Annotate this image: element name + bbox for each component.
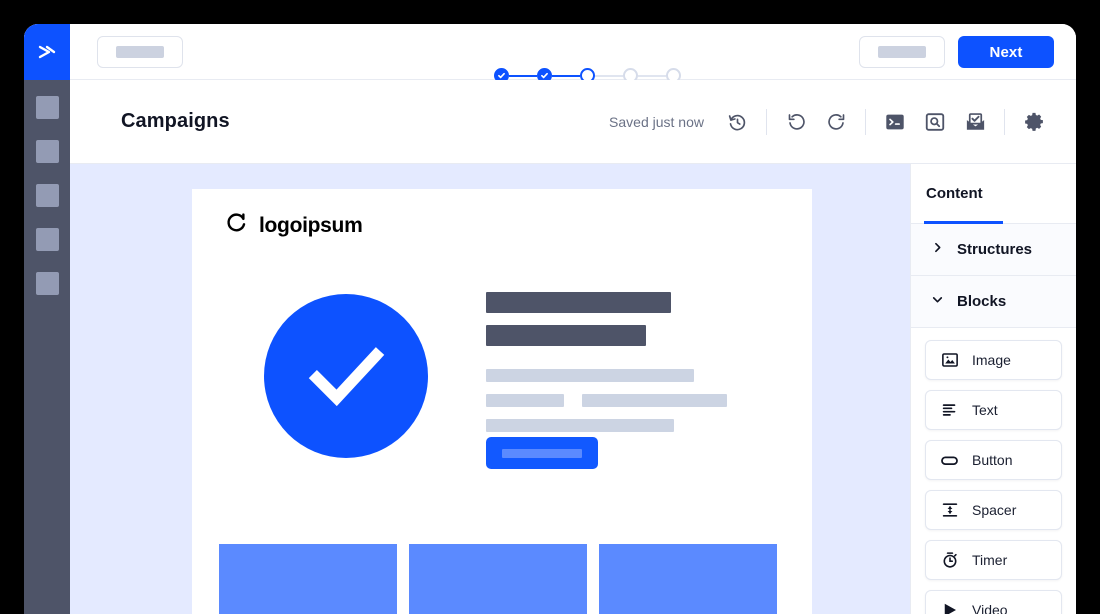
- image-tile-2[interactable]: [409, 544, 587, 614]
- image-icon: [940, 351, 959, 370]
- email-logo[interactable]: logoipsum: [224, 211, 363, 241]
- stopwatch-icon: [940, 551, 959, 570]
- blocks-list: Image Text Button Spacer Timer Video: [911, 328, 1076, 614]
- heading-placeholder-bar-2: [486, 325, 646, 346]
- section-structures[interactable]: Structures: [911, 224, 1076, 276]
- image-tile-3[interactable]: [599, 544, 777, 614]
- button-pill-icon: [940, 451, 959, 470]
- panel-tab-bar: Content: [911, 164, 1076, 224]
- code-terminal-icon[interactable]: [875, 102, 915, 142]
- section-structures-label: Structures: [957, 241, 1033, 258]
- toolbar-divider-1: [766, 109, 767, 135]
- stepper-connector-4: [638, 74, 666, 77]
- text-lines-icon: [940, 401, 959, 420]
- block-item-text-label: Text: [972, 402, 998, 418]
- secondary-action-button[interactable]: [859, 36, 945, 68]
- body-placeholder-bar-2a: [486, 394, 564, 407]
- history-icon[interactable]: [717, 102, 757, 142]
- block-item-video[interactable]: Video: [925, 590, 1062, 614]
- cta-placeholder-bar: [502, 448, 582, 458]
- section-blocks-label: Blocks: [957, 293, 1007, 310]
- chevron-double-right-logo-icon: [35, 40, 59, 64]
- block-item-timer[interactable]: Timer: [925, 540, 1062, 580]
- block-item-spacer-label: Spacer: [972, 502, 1017, 518]
- editor-header: Campaigns Saved just now: [70, 80, 1076, 164]
- block-item-text[interactable]: Text: [925, 390, 1062, 430]
- body-placeholder-bar-3: [486, 419, 674, 432]
- envelope-check-icon[interactable]: [955, 102, 995, 142]
- rail-nav-item-1[interactable]: [35, 96, 59, 119]
- rail-nav-item-2[interactable]: [35, 140, 59, 163]
- chevron-down-icon: [931, 293, 944, 311]
- top-bar-actions: Next: [859, 36, 1054, 68]
- rail-nav-item-3[interactable]: [35, 184, 59, 207]
- redo-icon[interactable]: [816, 102, 856, 142]
- rail-nav-item-5[interactable]: [35, 272, 59, 295]
- save-status-text: Saved just now: [609, 114, 704, 130]
- block-item-spacer[interactable]: Spacer: [925, 490, 1062, 530]
- content-panel: Content Structures Blocks Image Text But…: [910, 164, 1076, 614]
- stepper-connector-3: [595, 74, 623, 77]
- top-bar: Next: [24, 24, 1076, 83]
- image-tile-1[interactable]: [219, 544, 397, 614]
- toolbar-divider-3: [1004, 109, 1005, 135]
- app-window: Next Campaigns Saved just now logoipsum …: [24, 24, 1076, 614]
- stepper-connector-1: [509, 74, 537, 77]
- block-item-button[interactable]: Button: [925, 440, 1062, 480]
- secondary-button-placeholder-bar: [878, 46, 926, 58]
- page-title: Campaigns: [121, 110, 230, 132]
- block-item-image-label: Image: [972, 352, 1011, 368]
- check-circle-icon: [264, 294, 428, 458]
- toolbar-divider-2: [865, 109, 866, 135]
- left-nav-rail: [24, 80, 70, 614]
- spacer-arrows-icon: [940, 501, 959, 520]
- body-placeholder-row-2: [486, 394, 736, 407]
- body-placeholder-bar-1: [486, 369, 694, 382]
- play-triangle-icon: [940, 601, 959, 614]
- brand-logo-button[interactable]: [24, 24, 70, 80]
- block-item-video-label: Video: [972, 602, 1008, 614]
- editor-toolbar: Saved just now: [609, 80, 1054, 164]
- email-template[interactable]: logoipsum: [192, 189, 812, 614]
- email-cta-button[interactable]: [486, 437, 598, 469]
- circle-arc-logo-icon: [224, 211, 249, 241]
- gear-icon[interactable]: [1014, 102, 1054, 142]
- block-item-image[interactable]: Image: [925, 340, 1062, 380]
- chevron-right-icon: [931, 241, 944, 259]
- body-placeholder-bar-2b: [582, 394, 727, 407]
- input-placeholder-bar: [116, 45, 164, 58]
- campaign-name-input[interactable]: [97, 35, 183, 68]
- email-logo-text: logoipsum: [259, 214, 363, 237]
- heading-placeholder-bar-1: [486, 292, 671, 313]
- stepper-connector-2: [552, 74, 580, 77]
- rail-nav-item-4[interactable]: [35, 228, 59, 251]
- block-item-button-label: Button: [972, 452, 1013, 468]
- undo-icon[interactable]: [776, 102, 816, 142]
- email-canvas: logoipsum: [70, 164, 910, 614]
- next-button[interactable]: Next: [958, 36, 1054, 68]
- tab-content[interactable]: Content: [924, 164, 1003, 224]
- section-blocks[interactable]: Blocks: [911, 276, 1076, 328]
- email-image-tiles: [219, 544, 777, 614]
- block-item-timer-label: Timer: [972, 552, 1008, 568]
- email-hero-copy[interactable]: [486, 292, 736, 432]
- preview-search-icon[interactable]: [915, 102, 955, 142]
